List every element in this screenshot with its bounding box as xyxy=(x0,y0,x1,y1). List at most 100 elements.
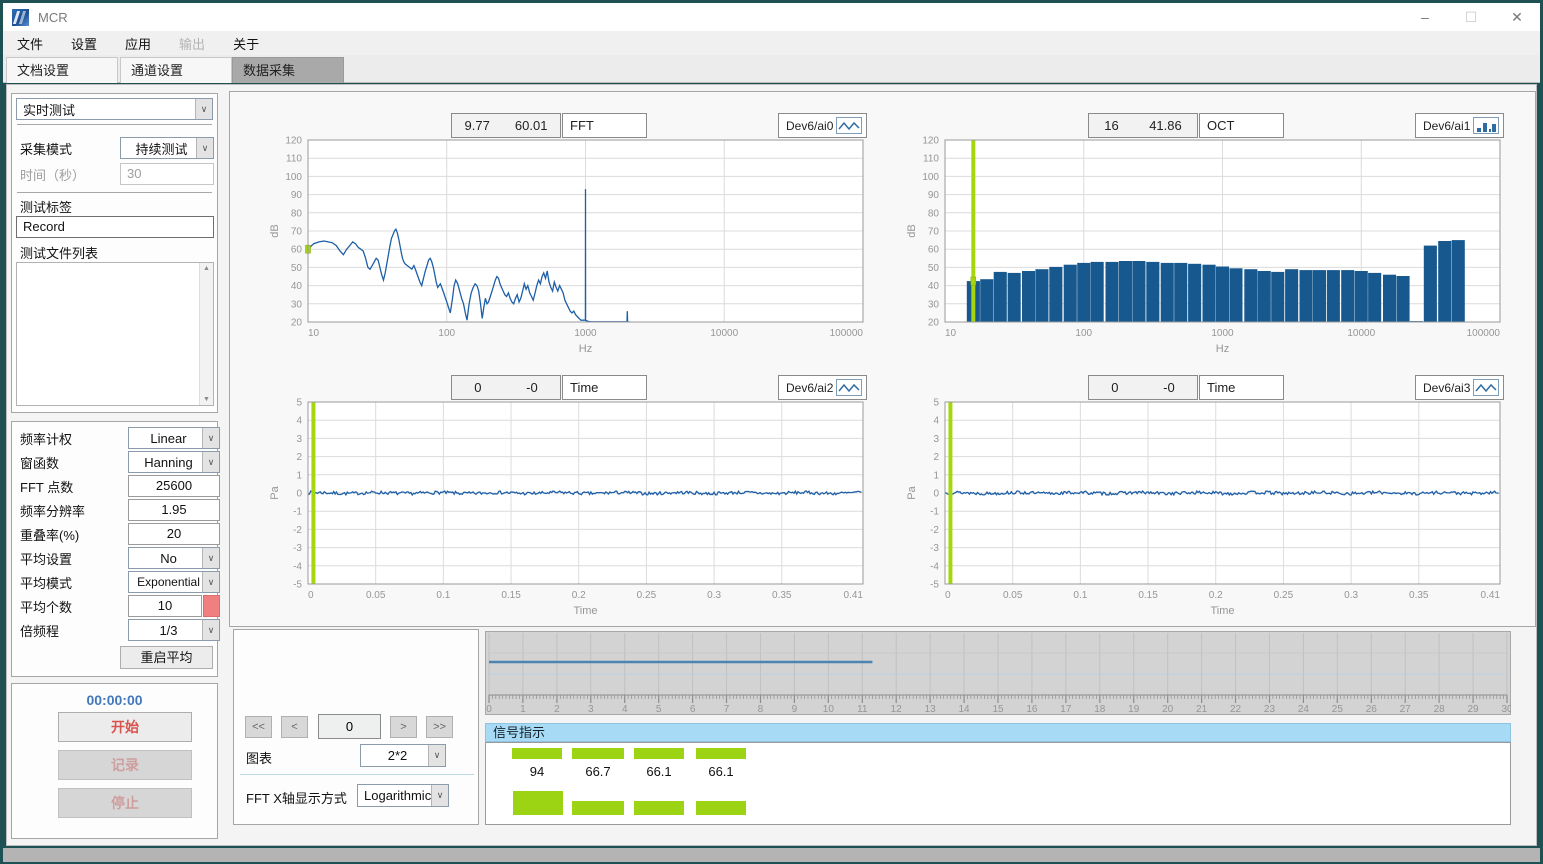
chevron-down-icon: ∨ xyxy=(202,452,219,472)
menu-settings[interactable]: 设置 xyxy=(57,34,111,53)
test-label-input[interactable]: Record xyxy=(16,216,214,238)
menu-file[interactable]: 文件 xyxy=(3,34,57,53)
page-prev-button[interactable]: < xyxy=(281,716,308,738)
svg-text:5: 5 xyxy=(296,398,302,409)
timeline-canvas[interactable]: 0123456789101112131415161718192021222324… xyxy=(485,631,1511,715)
fft-xaxis-mode-select[interactable]: Logarithmic∨ xyxy=(357,784,449,807)
timeline-panel[interactable]: 0123456789101112131415161718192021222324… xyxy=(485,631,1511,715)
svg-text:3: 3 xyxy=(588,704,594,715)
svg-text:120: 120 xyxy=(285,136,302,147)
svg-text:2: 2 xyxy=(933,452,939,463)
time-ai3-chart-block: 0-0 Time Dev6/ai3 -5-4-3-2-101234500.050… xyxy=(875,370,1510,620)
svg-text:Pa: Pa xyxy=(906,485,918,499)
svg-text:18: 18 xyxy=(1094,704,1106,715)
param-label-overlap: 重叠率(%) xyxy=(20,525,79,544)
svg-text:0.3: 0.3 xyxy=(707,590,721,601)
svg-text:14: 14 xyxy=(959,704,971,715)
file-list-label: 测试文件列表 xyxy=(20,243,98,262)
svg-text:29: 29 xyxy=(1468,704,1480,715)
page-number-field[interactable]: 0 xyxy=(318,714,381,739)
display-options-panel: << < 0 > >> 图表 2*2∨ FFT X轴显示方式 Logarithm… xyxy=(233,629,479,825)
chevron-down-icon: ∨ xyxy=(196,138,213,158)
svg-text:1000: 1000 xyxy=(1211,328,1234,339)
oct-chart-canvas[interactable]: 2030405060708090100110120101001000100001… xyxy=(875,108,1510,358)
window-fn-select[interactable]: Hanning∨ xyxy=(128,451,220,473)
app-window: MCR – ☐ ✕ 文件 设置 应用 输出 关于 文档设置 通道设置 数据采集 … xyxy=(0,0,1543,864)
signal-status-bar xyxy=(513,791,563,815)
page-first-button[interactable]: << xyxy=(245,716,272,738)
param-label-avg-count: 平均个数 xyxy=(20,597,72,616)
octave-select[interactable]: 1/3∨ xyxy=(128,619,220,641)
svg-text:4: 4 xyxy=(296,416,302,427)
svg-text:-5: -5 xyxy=(293,580,302,591)
svg-text:0.3: 0.3 xyxy=(1344,590,1358,601)
avg-mode-select[interactable]: Exponential∨ xyxy=(128,571,220,593)
fft-chart-canvas[interactable]: 2030405060708090100110120101001000100001… xyxy=(238,108,873,358)
test-mode-select[interactable]: 实时测试 ∨ xyxy=(16,98,213,120)
svg-text:0.2: 0.2 xyxy=(1209,590,1223,601)
chevron-down-icon: ∨ xyxy=(202,572,219,592)
app-icon xyxy=(12,9,29,26)
signal-value: 66.7 xyxy=(573,764,623,779)
svg-text:100000: 100000 xyxy=(830,328,864,339)
svg-text:22: 22 xyxy=(1230,704,1242,715)
svg-text:80: 80 xyxy=(928,208,940,219)
svg-text:70: 70 xyxy=(291,227,303,238)
fft-points-input[interactable]: 25600 xyxy=(128,475,220,497)
time-ai3-chart-canvas[interactable]: -5-4-3-2-101234500.050.10.150.20.250.30.… xyxy=(875,370,1510,620)
acq-mode-select[interactable]: 持续测试 ∨ xyxy=(120,137,214,159)
menu-about[interactable]: 关于 xyxy=(219,34,273,53)
test-file-list[interactable]: ▲ ▼ xyxy=(16,262,214,406)
svg-text:-3: -3 xyxy=(930,543,939,554)
time-label: 时间（秒） xyxy=(20,165,85,184)
chevron-down-icon: ∨ xyxy=(431,785,448,806)
run-controls-group: 00:00:00 开始 记录 停止 xyxy=(11,683,218,839)
menu-output: 输出 xyxy=(165,34,219,53)
svg-text:21: 21 xyxy=(1196,704,1208,715)
freq-resolution-input[interactable]: 1.95 xyxy=(128,499,220,521)
svg-text:50: 50 xyxy=(928,263,940,274)
overlap-input[interactable]: 20 xyxy=(128,523,220,545)
scrollbar[interactable]: ▲ ▼ xyxy=(199,263,213,405)
time-ai2-chart-canvas[interactable]: -5-4-3-2-101234500.050.10.150.20.250.30.… xyxy=(238,370,873,620)
close-icon[interactable]: ✕ xyxy=(1494,4,1540,30)
avg-count-input[interactable]: 10 xyxy=(128,595,202,617)
tab-document-settings[interactable]: 文档设置 xyxy=(6,57,118,83)
freq-weighting-select[interactable]: Linear∨ xyxy=(128,427,220,449)
tab-channel-settings[interactable]: 通道设置 xyxy=(120,57,232,83)
svg-text:2: 2 xyxy=(296,452,302,463)
tab-data-acquisition[interactable]: 数据采集 xyxy=(232,57,344,83)
svg-text:8: 8 xyxy=(758,704,764,715)
param-label-octave: 倍频程 xyxy=(20,621,59,640)
page-next-button[interactable]: > xyxy=(390,716,417,738)
avg-setting-select[interactable]: No∨ xyxy=(128,547,220,569)
signal-level-bar xyxy=(512,748,562,759)
signal-status-bar xyxy=(572,801,624,815)
chevron-down-icon: ∨ xyxy=(428,745,445,766)
svg-text:1000: 1000 xyxy=(574,328,597,339)
cursor-marker xyxy=(971,277,976,285)
svg-text:20: 20 xyxy=(1162,704,1174,715)
fft-xaxis-mode-label: FFT X轴显示方式 xyxy=(246,788,347,807)
elapsed-timer: 00:00:00 xyxy=(12,692,217,708)
chart-layout-select[interactable]: 2*2∨ xyxy=(360,744,446,767)
svg-text:15: 15 xyxy=(992,704,1004,715)
stop-button: 停止 xyxy=(58,788,192,818)
svg-text:120: 120 xyxy=(922,136,939,147)
svg-text:26: 26 xyxy=(1366,704,1378,715)
minimize-icon[interactable]: – xyxy=(1402,4,1448,30)
maximize-icon[interactable]: ☐ xyxy=(1448,4,1494,30)
svg-text:13: 13 xyxy=(925,704,937,715)
svg-text:-3: -3 xyxy=(293,543,302,554)
acq-mode-label: 采集模式 xyxy=(20,139,72,158)
restart-average-button[interactable]: 重启平均 xyxy=(120,646,213,669)
window-resize-strip xyxy=(3,848,1540,862)
menu-application[interactable]: 应用 xyxy=(111,34,165,53)
scroll-down-icon[interactable]: ▼ xyxy=(200,396,213,403)
svg-text:Pa: Pa xyxy=(269,485,281,499)
page-last-button[interactable]: >> xyxy=(426,716,453,738)
start-button[interactable]: 开始 xyxy=(58,712,192,742)
scroll-up-icon[interactable]: ▲ xyxy=(200,265,213,272)
svg-text:40: 40 xyxy=(928,281,940,292)
signal-indicator-header: 信号指示 xyxy=(485,723,1511,742)
